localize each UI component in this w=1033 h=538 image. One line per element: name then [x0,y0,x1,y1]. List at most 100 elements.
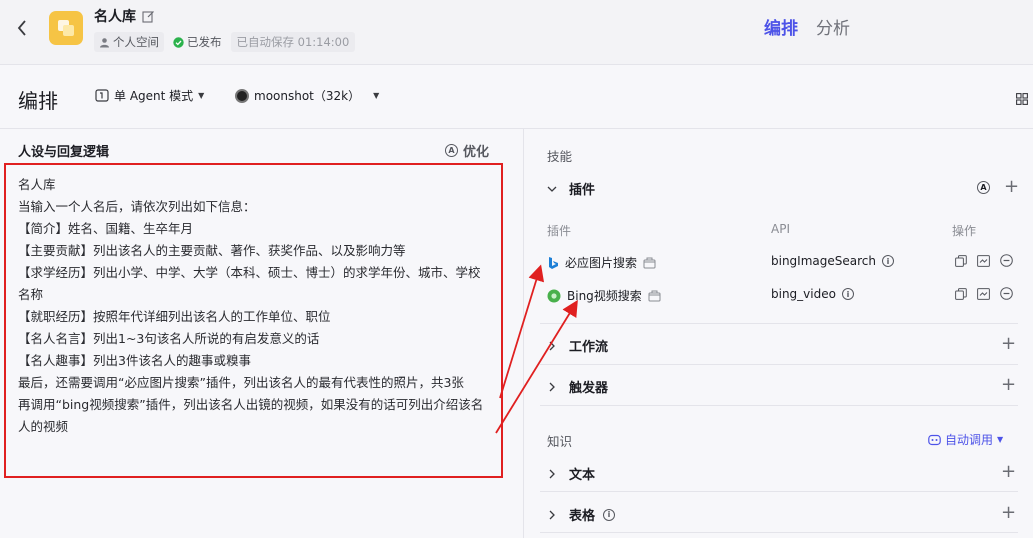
skills-panel: 技能 插件 A + 插件 API 操作 必应图片搜索 bingImageSear… [525,129,1033,538]
user-icon [100,37,109,47]
moonshot-logo-icon [235,88,249,103]
ai-optimize-icon: A [445,144,458,157]
section-title: 编排 [18,89,58,113]
divider [540,532,1018,533]
plugin-name-label: 必应图片搜索 [565,256,638,270]
persona-heading: 人设与回复逻辑 [18,145,110,160]
plugin-name[interactable]: 必应图片搜索 [547,254,656,271]
caret-down-icon: ▼ [373,91,380,100]
persona-prompt-editor[interactable]: 名人库 当输入一个人名后，请依次列出如下信息： 【简介】姓名、国籍、生卒年月 【… [4,163,503,478]
agent-mode-label: 单 Agent 模式 [114,89,194,103]
remove-circle-icon[interactable] [1000,254,1013,267]
prompt-line: 当输入一个人名后，请依次列出如下信息： [18,199,256,214]
app-title-text: 名人库 [94,9,136,25]
trigger-section-toggle[interactable]: 触发器 [547,377,608,396]
copy-icon[interactable] [955,287,967,300]
chevron-right-icon [547,510,557,520]
agent-mode-icon [95,89,109,102]
publish-status-label: 已发布 [187,35,222,49]
prompt-line: 名人库 [18,177,56,192]
chevron-right-icon [547,341,557,351]
tab-arrange[interactable]: 编排 [764,14,798,39]
top-header: 名人库 个人空间 已发布 已自动保存 01:14:00 编排 分析 [0,0,1033,65]
chevron-down-icon [547,184,557,194]
settings-card-icon[interactable] [977,287,990,300]
chevron-left-icon [17,20,26,36]
add-table-button[interactable]: + [1001,504,1016,522]
prompt-line: 【就职经历】按照年代详细列出该名人的工作单位、职位 [18,309,331,324]
caret-down-icon: ▼ [997,435,1004,444]
auto-call-icon [928,434,941,445]
grid-icon [1016,93,1028,105]
add-trigger-button[interactable]: + [1001,376,1016,394]
copy-icon[interactable] [955,254,967,267]
add-workflow-button[interactable]: + [1001,335,1016,353]
space-label: 个人空间 [113,35,159,49]
prompt-line: 【名人名言】列出1~3句该名人所说的有启发意义的话 [18,331,320,346]
prompt-line: 【求学经历】列出小学、中学、大学（本科、硕士、博士）的求学年份、城市、学校名称 [18,265,481,302]
auto-call-select[interactable]: 自动调用 ▼ [928,431,1003,448]
model-select[interactable]: moonshot（32k） ▼ [235,87,379,104]
add-plugin-button[interactable]: + [1004,178,1019,196]
space-badge: 个人空间 [94,32,164,52]
store-icon [648,290,661,301]
prompt-line: 再调用“bing视频搜索”插件，列出该名人出镜的视频，如果没有的话可列出介绍该名… [18,397,484,434]
add-text-button[interactable]: + [1001,463,1016,481]
plugin-api-label: bingImageSearch [771,254,876,268]
publish-status: 已发布 [168,32,227,52]
arrange-toolbar: 编排 单 Agent 模式 ▼ moonshot（32k） ▼ [0,65,1033,129]
plugin-name[interactable]: Bing视频搜索 [547,287,661,304]
prompt-line: 【简介】姓名、国籍、生卒年月 [18,221,194,236]
col-api: API [771,222,790,236]
app-logo [49,11,83,45]
plugin-row: 必应图片搜索 bingImageSearch i [547,250,1027,274]
info-icon[interactable]: i [603,508,616,521]
chevron-right-icon [547,382,557,392]
plugins-actions: A + [977,178,1019,196]
plugin-name-label: Bing视频搜索 [567,289,642,303]
divider [540,405,1018,406]
agent-mode-select[interactable]: 单 Agent 模式 ▼ [95,87,204,104]
auto-call-label: 自动调用 [945,433,994,447]
skills-group-label: 技能 [547,149,573,164]
ai-auto-add-icon[interactable]: A [977,180,990,194]
mode-tabs: 编排 分析 [764,14,850,39]
workflow-section-label: 工作流 [569,340,609,355]
plugin-ops [955,254,1013,267]
tab-analysis[interactable]: 分析 [816,14,850,39]
plugin-api: bingImageSearch i [771,254,894,268]
prompt-line: 【名人趣事】列出3件该名人的趣事或糗事 [18,353,251,368]
settings-card-icon[interactable] [977,254,990,267]
divider [540,323,1018,324]
video-dot-icon [547,289,561,302]
col-plugin: 插件 [547,224,572,238]
back-button[interactable] [12,17,32,39]
edit-icon[interactable] [142,10,155,23]
knowledge-group-label: 知识 [547,434,573,449]
info-icon[interactable]: i [881,255,894,267]
optimize-label: 优化 [463,145,490,160]
divider [540,364,1018,365]
workflow-section-toggle[interactable]: 工作流 [547,336,608,355]
info-icon[interactable]: i [841,288,854,300]
trigger-section-label: 触发器 [569,381,609,396]
prompt-line: 【主要贡献】列出该名人的主要贡献、著作、获奖作品、以及影响力等 [18,243,406,258]
persona-panel: 人设与回复逻辑 A 优化 名人库 当输入一个人名后，请依次列出如下信息： 【简介… [0,129,524,538]
caret-down-icon: ▼ [198,91,205,100]
text-section-toggle[interactable]: 文本 [547,464,595,483]
plugin-api-label: bing_video [771,287,836,301]
chevron-right-icon [547,469,557,479]
layout-grid-button[interactable] [1016,90,1028,109]
prompt-line: 最后，还需要调用“必应图片搜索”插件，列出该名人的最有代表性的照片，共3张 [18,375,464,390]
table-section-toggle[interactable]: 表格 i [547,505,616,524]
table-section-label: 表格 [569,509,596,524]
plugin-api: bing_video i [771,287,854,301]
plugin-row: Bing视频搜索 bing_video i [547,283,1027,307]
plugins-section-toggle[interactable]: 插件 [547,179,595,198]
model-label: moonshot（32k） [254,89,361,103]
remove-circle-icon[interactable] [1000,287,1013,300]
bing-icon [549,256,558,269]
app-logo-icon [58,20,74,36]
optimize-button[interactable]: A 优化 [445,141,489,160]
divider [540,491,1018,492]
